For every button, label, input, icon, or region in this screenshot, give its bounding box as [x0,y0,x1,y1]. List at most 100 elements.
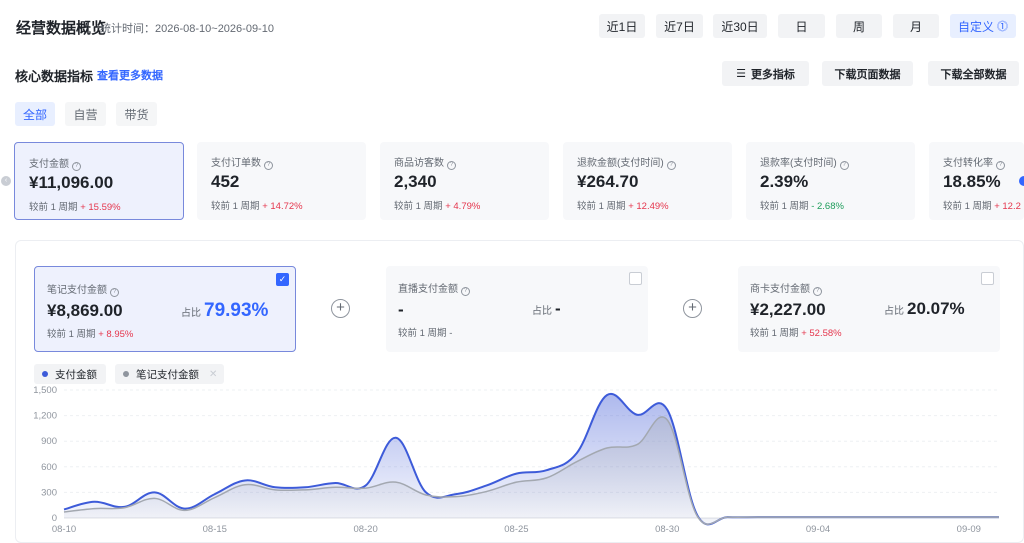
share-label: 占比 [181,308,201,319]
y-tick-label: 300 [41,487,57,498]
metric-card-conversion[interactable]: 支付转化率? 18.85% 较前 1 周期 + 12.2 [929,142,1024,220]
legend-dot [123,371,129,377]
tab-affiliate[interactable]: 带货 [116,102,157,126]
x-tick-label: 08-15 [203,524,227,535]
channel-card-live[interactable]: 直播支付金额? - 占比 - 较前 1 周期 - [386,266,648,352]
share-value: 79.93% [204,300,269,321]
page-title: 经营数据概览 [16,20,107,37]
series-area [64,416,999,525]
x-tick-label: 08-10 [52,524,76,535]
help-icon: ? [110,288,119,297]
metric-value: ¥11,096.00 [29,173,114,192]
help-icon: ? [996,161,1005,170]
range-day-button[interactable]: 日 [778,14,825,38]
metric-value: 18.85% [943,172,1001,191]
metric-value: 2,340 [394,172,437,191]
filter-icon: ☰ [736,68,746,80]
close-icon[interactable]: ✕ [209,369,217,380]
x-tick-label: 09-04 [806,524,830,535]
tab-self[interactable]: 自营 [65,102,106,126]
more-metrics-button[interactable]: ☰ 更多指标 [722,61,809,86]
scroll-right-indicator[interactable] [1019,176,1024,186]
metric-label: 支付转化率 [943,158,993,169]
metric-delta: + 15.59% [80,202,121,213]
metric-delta: + 4.79% [445,201,481,212]
metric-compare-label: 较前 1 周期 [943,201,992,212]
channel-checkbox[interactable]: ✓ [276,273,289,286]
y-tick-label: 600 [41,462,57,473]
custom-icon: ⓵ [997,21,1008,33]
metric-card-gmv[interactable]: 支付金额? ¥11,096.00 较前 1 周期 + 15.59% [14,142,184,220]
share-label: 占比 [884,306,904,317]
metric-compare-label: 较前 1 周期 [760,201,809,212]
channel-share: 占比 20.07% [884,299,965,319]
channel-compare-label: 较前 1 周期 [398,328,447,339]
channel-share: 占比 - [532,299,561,319]
download-all-button[interactable]: 下载全部数据 [928,61,1019,86]
channel-card-notes[interactable]: 笔记支付金额? ¥8,869.00 占比 79.93% 较前 1 周期 + 8.9… [34,266,296,352]
channel-value: ¥8,869.00 [47,301,123,320]
y-tick-label: 1,500 [33,385,57,396]
channel-delta: - [449,328,453,339]
channel-checkbox[interactable] [629,272,642,285]
y-tick-label: 1,200 [33,411,57,422]
share-label: 占比 [532,306,552,317]
channel-compare-label: 较前 1 周期 [750,328,799,339]
metric-card-orders[interactable]: 支付订单数? 452 较前 1 周期 + 14.72% [197,142,366,220]
section-title: 核心数据指标 [15,69,94,84]
range-1d-button[interactable]: 近1日 [599,14,645,38]
metric-compare-label: 较前 1 周期 [211,201,260,212]
help-icon: ? [813,287,822,296]
help-icon: ? [461,287,470,296]
metric-label: 商品访客数 [394,158,444,169]
metric-label: 退款金额(支付时间) [577,158,664,169]
metric-value: ¥264.70 [577,172,639,191]
metric-card-refund-rate[interactable]: 退款率(支付时间)? 2.39% 较前 1 周期 - 2.68% [746,142,915,220]
channel-value: - [398,300,404,319]
scroll-left-icon[interactable]: ‹ [1,176,11,186]
channel-label: 直播支付金额 [398,284,458,295]
metric-label: 退款率(支付时间) [760,158,837,169]
metric-card-refund-amount[interactable]: 退款金额(支付时间)? ¥264.70 较前 1 周期 + 12.49% [563,142,732,220]
trend-chart: 0 300 600 900 1,200 1,500 08-10 08-15 08-20 08-2… [33,385,999,535]
share-value: 20.07% [907,299,965,318]
metric-card-visitors[interactable]: 商品访客数? 2,340 较前 1 周期 + 4.79% [380,142,549,220]
metric-compare-label: 较前 1 周期 [394,201,443,212]
metric-compare-label: 较前 1 周期 [577,201,626,212]
metric-value: 2.39% [760,172,809,191]
help-icon: ? [264,161,273,170]
chart-series [63,392,999,526]
metric-delta: + 12.49% [628,201,669,212]
channel-label: 商卡支付金额 [750,284,810,295]
metric-delta: - 2.68% [811,201,844,212]
share-value: - [555,299,561,318]
channel-delta: + 8.95% [98,329,134,340]
channel-card-product[interactable]: 商卡支付金额? ¥2,227.00 占比 20.07% 较前 1 周期 + 52.… [738,266,1000,352]
channel-compare-label: 较前 1 周期 [47,329,96,340]
x-tick-label: 09-09 [957,524,981,535]
channel-delta: + 52.58% [801,328,842,339]
add-channel-icon[interactable]: + [331,299,350,318]
range-custom-label: 自定义 [957,19,994,34]
date-range-label: 统计时间：2026-08-10~2026-09-10 [100,23,274,35]
channel-checkbox[interactable] [981,272,994,285]
channel-share: 占比 79.93% [181,300,268,322]
y-tick-label: 0 [52,513,57,524]
metric-delta: + 14.72% [262,201,303,212]
range-30d-button[interactable]: 近30日 [713,14,767,38]
channel-value: ¥2,227.00 [750,300,826,319]
chart-y-axis: 0 300 600 900 1,200 1,500 [33,385,57,524]
y-tick-label: 900 [41,436,57,447]
more-data-link[interactable]: 查看更多数据 [97,67,163,83]
tab-all[interactable]: 全部 [15,102,55,126]
help-icon: ? [666,161,676,170]
download-page-button[interactable]: 下载页面数据 [822,61,913,86]
x-tick-label: 08-25 [504,524,528,535]
help-icon: ? [72,162,81,171]
range-custom-button[interactable]: 自定义 ⓵ [950,14,1016,38]
metric-label: 支付订单数 [211,158,261,169]
range-week-button[interactable]: 周 [836,14,882,38]
range-7d-button[interactable]: 近7日 [656,14,703,38]
range-month-button[interactable]: 月 [893,14,939,38]
add-channel-icon[interactable]: + [683,299,702,318]
